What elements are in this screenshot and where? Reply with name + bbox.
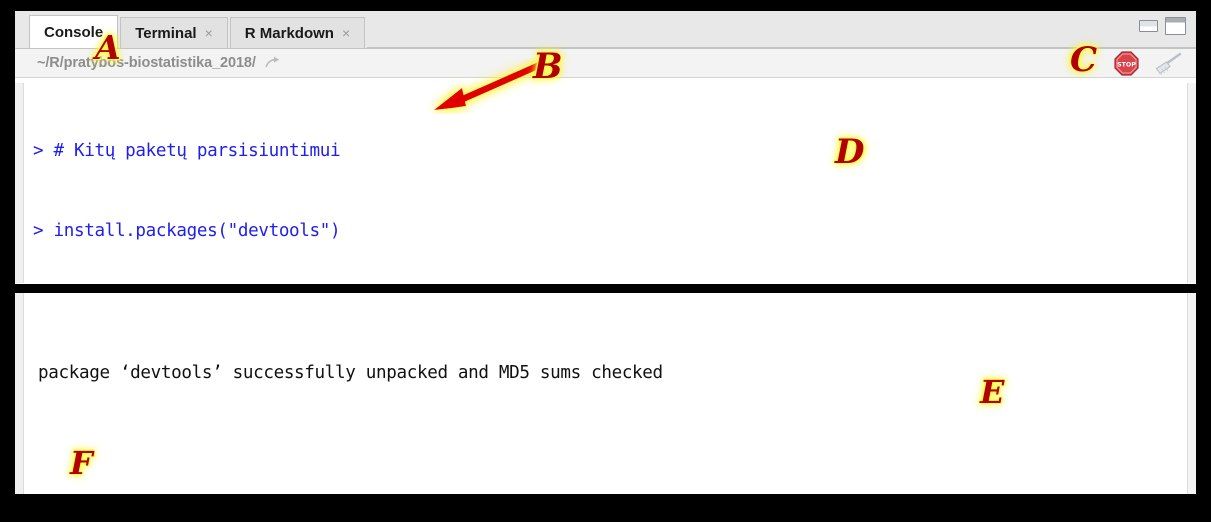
console-pathbar: ~/R/pratybos-biostatistika_2018/ STOP bbox=[15, 49, 1196, 78]
console-output-area-top[interactable]: > # Kitų paketų parsisiuntimui > install… bbox=[15, 78, 1196, 283]
console-pane-bottom[interactable]: package ‘devtools’ successfully unpacked… bbox=[14, 292, 1197, 495]
annotation-letter-c: C bbox=[1070, 40, 1098, 80]
working-directory-path: ~/R/pratybos-biostatistika_2018/ bbox=[37, 55, 256, 71]
close-icon[interactable]: × bbox=[342, 26, 350, 40]
annotation-letter-b: B bbox=[533, 46, 563, 87]
console-toolbar: STOP bbox=[1114, 51, 1183, 76]
screenshot-root: Console Terminal × R Markdown × ~/R/prat… bbox=[0, 0, 1211, 522]
console-lines-top: > # Kitų paketų parsisiuntimui > install… bbox=[24, 83, 1187, 283]
open-in-new-window-icon[interactable] bbox=[265, 56, 281, 70]
scrollbar-gutter-right[interactable] bbox=[1187, 83, 1196, 283]
maximize-pane-icon[interactable] bbox=[1165, 17, 1186, 35]
stop-icon[interactable]: STOP bbox=[1114, 51, 1139, 76]
console-line: > # Kitų paketų parsisiuntimui bbox=[33, 141, 341, 161]
pane-tabbar: Console Terminal × R Markdown × bbox=[15, 11, 1196, 49]
scrollbar-gutter-right[interactable] bbox=[1187, 293, 1196, 494]
console-line: > install.packages("devtools") bbox=[33, 220, 341, 241]
annotation-letter-d: D bbox=[835, 132, 865, 172]
tab-terminal[interactable]: Terminal × bbox=[120, 17, 228, 48]
scrollbar-gutter-left[interactable] bbox=[15, 83, 24, 283]
console-line: package ‘devtools’ successfully unpacked… bbox=[38, 363, 663, 383]
tab-r-markdown-label: R Markdown bbox=[244, 24, 334, 42]
close-icon[interactable]: × bbox=[205, 26, 213, 40]
annotation-letter-f: F bbox=[70, 444, 93, 482]
annotation-arrow-b bbox=[434, 60, 546, 110]
tab-terminal-label: Terminal bbox=[135, 24, 197, 42]
console-pane-top: Console Terminal × R Markdown × ~/R/prat… bbox=[14, 10, 1197, 285]
broom-clear-console-icon[interactable] bbox=[1153, 52, 1183, 76]
annotation-letter-a: A bbox=[95, 28, 121, 67]
minimize-pane-icon[interactable] bbox=[1139, 20, 1158, 32]
pane-window-controls bbox=[1139, 17, 1186, 35]
console-lines-bottom: package ‘devtools’ successfully unpacked… bbox=[24, 293, 1187, 494]
scrollbar-gutter-left[interactable] bbox=[15, 293, 24, 494]
tab-r-markdown[interactable]: R Markdown × bbox=[229, 17, 366, 48]
annotation-letter-e: E bbox=[980, 373, 1005, 411]
stop-icon-label: STOP bbox=[1117, 61, 1136, 68]
